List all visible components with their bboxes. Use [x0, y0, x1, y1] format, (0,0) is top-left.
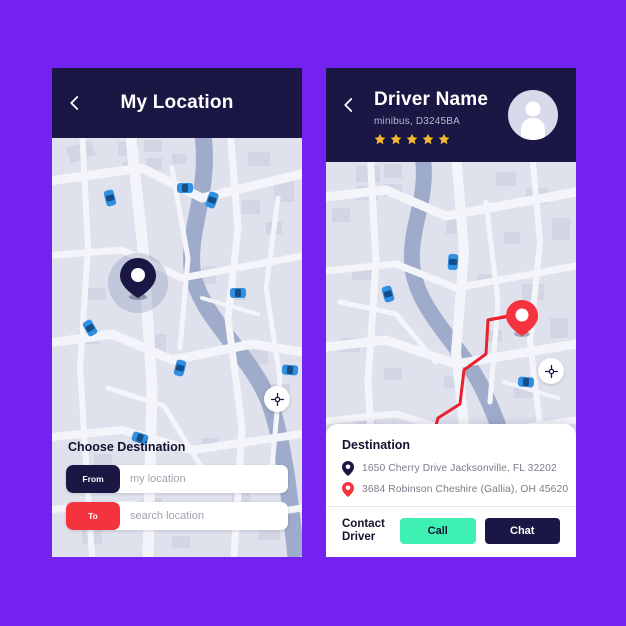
driver-name: Driver Name — [374, 89, 489, 110]
from-field-row[interactable]: From — [66, 465, 288, 493]
address-row-origin[interactable]: 1650 Cherry Drive Jacksonville, FL 32202 — [342, 460, 560, 476]
from-location-input[interactable] — [120, 465, 288, 493]
locate-me-button-right[interactable] — [538, 358, 564, 384]
chevron-left-icon — [344, 98, 353, 112]
contact-driver-row: Contact Driver Call Chat — [342, 507, 560, 557]
back-button-right[interactable] — [340, 96, 358, 114]
star-icon — [374, 133, 386, 144]
chat-button[interactable]: Chat — [484, 517, 560, 544]
screens-stage: Choose Destination From To My Location — [0, 0, 626, 626]
screen-my-location: Choose Destination From To My Location — [52, 68, 302, 557]
star-icon — [406, 133, 418, 144]
driver-info-block: Driver Name minibus, D3245BA — [374, 89, 489, 145]
user-avatar-icon — [521, 101, 545, 140]
red-pin-icon — [342, 481, 354, 497]
contact-driver-label: Contact Driver — [342, 518, 400, 544]
driver-avatar[interactable] — [508, 90, 558, 140]
from-tag: From — [66, 465, 120, 493]
driver-vehicle-info: minibus, D3245BA — [374, 115, 461, 127]
header-driver-detail: Driver Name minibus, D3245BA — [326, 68, 576, 162]
address-text-destination: 3684 Robinson Cheshire (Gallia), OH 4562… — [362, 483, 569, 495]
contact-driver-label-line2: Driver — [342, 530, 376, 543]
address-text-origin: 1650 Cherry Drive Jacksonville, FL 32202 — [362, 462, 557, 474]
to-field-row[interactable]: To — [66, 502, 288, 530]
choose-destination-panel: Choose Destination From To — [52, 440, 302, 557]
screen-driver-detail: Destination 1650 Cherry Drive Jacksonvil… — [326, 68, 576, 557]
destination-card: Destination 1650 Cherry Drive Jacksonvil… — [326, 423, 576, 557]
page-title-left: My Location — [120, 92, 234, 113]
choose-destination-title: Choose Destination — [68, 440, 186, 454]
driver-rating — [374, 133, 488, 145]
star-icon — [390, 133, 402, 144]
my-location-marker — [108, 253, 168, 313]
header-my-location: My Location — [52, 68, 302, 138]
locate-me-button-left[interactable] — [264, 386, 290, 412]
to-location-input[interactable] — [120, 502, 288, 530]
destination-card-title: Destination — [342, 437, 411, 452]
contact-driver-label-line1: Contact — [342, 517, 385, 530]
star-icon — [438, 133, 450, 144]
crosshair-icon — [544, 364, 558, 378]
star-icon — [422, 133, 434, 144]
navy-pin-icon — [342, 460, 354, 476]
call-button[interactable]: Call — [400, 517, 476, 544]
to-tag: To — [66, 502, 120, 530]
crosshair-icon — [270, 392, 284, 406]
address-row-destination[interactable]: 3684 Robinson Cheshire (Gallia), OH 4562… — [342, 481, 568, 497]
